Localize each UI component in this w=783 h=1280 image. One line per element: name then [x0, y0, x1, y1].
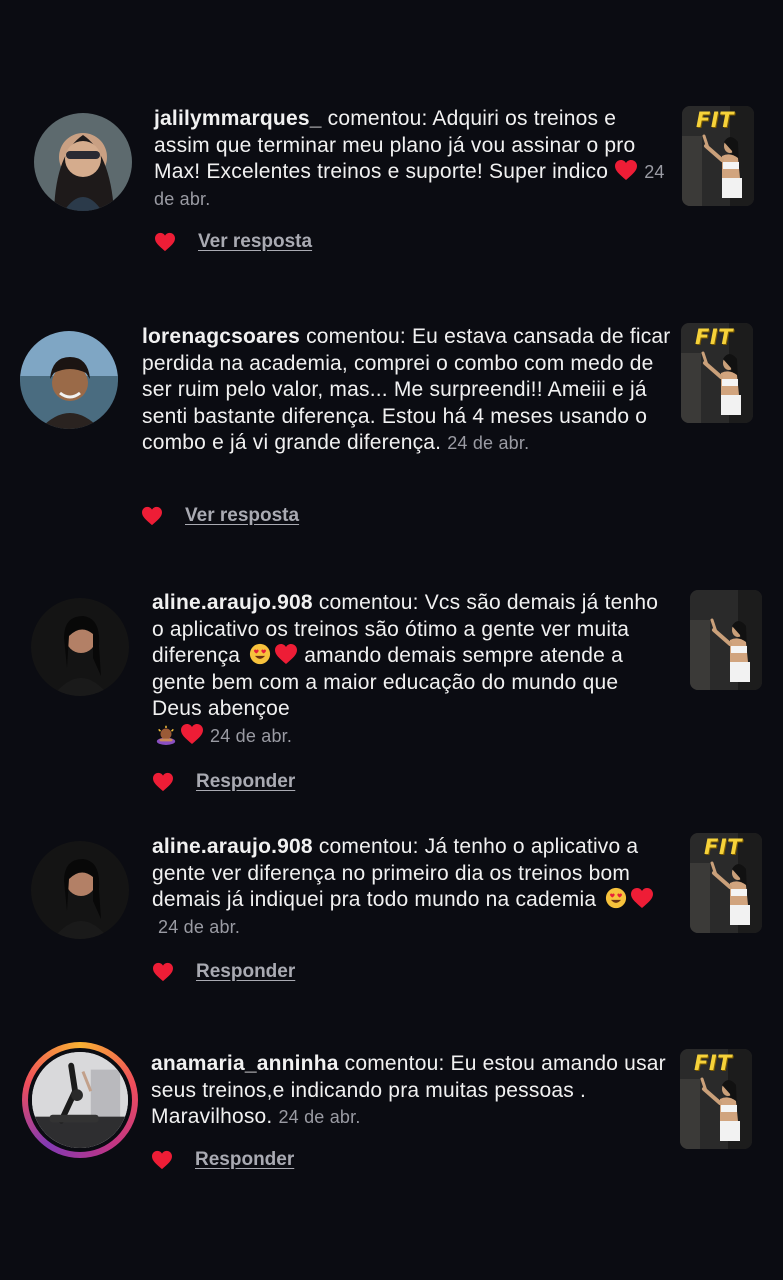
comment-text: jalilymmarques_ comentou: Adquiri os tre… [154, 106, 674, 212]
post-thumbnail[interactable]: FIT [690, 833, 762, 933]
fit-logo: FIT [696, 108, 734, 132]
view-replies-link[interactable]: Ver resposta [198, 231, 312, 253]
red-heart-emoji [274, 643, 298, 665]
heart-eyes-emoji [248, 643, 272, 665]
red-heart-emoji [630, 887, 654, 909]
avatar[interactable] [31, 841, 129, 939]
view-replies-link[interactable]: Ver resposta [185, 505, 299, 527]
comment-username[interactable]: lorenagcsoares [142, 325, 300, 348]
post-thumbnail[interactable]: FIT [681, 323, 753, 423]
avatar[interactable] [34, 113, 132, 211]
reply-link[interactable]: Responder [196, 961, 295, 983]
comment-text: lorenagcsoares comentou: Eu estava cansa… [142, 324, 672, 457]
comment-text: anamaria_anninha comentou: Eu estou aman… [151, 1051, 671, 1131]
like-heart-icon[interactable] [154, 232, 176, 252]
like-heart-icon[interactable] [141, 506, 163, 526]
avatar[interactable] [20, 331, 118, 429]
post-thumbnail[interactable]: FIT [680, 1049, 752, 1149]
fit-logo: FIT [694, 1051, 732, 1075]
red-heart-emoji [180, 723, 204, 745]
post-thumbnail[interactable] [690, 590, 762, 690]
woman-bowing-emoji [154, 723, 178, 745]
post-thumbnail[interactable]: FIT [682, 106, 754, 206]
comment-username[interactable]: jalilymmarques_ [154, 107, 322, 130]
comment-date: 24 de abr. [447, 433, 530, 453]
fit-logo: FIT [695, 325, 733, 349]
like-heart-icon[interactable] [151, 1150, 173, 1170]
avatar[interactable] [31, 598, 129, 696]
heart-eyes-emoji [604, 887, 628, 909]
comment-date: 24 de abr. [278, 1107, 361, 1127]
comment-text: aline.araujo.908 comentou: Vcs são demai… [152, 590, 672, 749]
comment-username[interactable]: anamaria_anninha [151, 1052, 339, 1075]
avatar-story-ring[interactable] [22, 1042, 138, 1158]
comment-text: aline.araujo.908 comentou: Já tenho o ap… [152, 834, 672, 940]
red-heart-emoji [614, 159, 638, 181]
comment-username[interactable]: aline.araujo.908 [152, 835, 313, 858]
fit-logo: FIT [704, 835, 742, 859]
comment-date: 24 de abr. [158, 916, 241, 937]
like-heart-icon[interactable] [152, 772, 174, 792]
like-heart-icon[interactable] [152, 962, 174, 982]
reply-link[interactable]: Responder [196, 771, 295, 793]
reply-link[interactable]: Responder [195, 1149, 294, 1171]
comment-username[interactable]: aline.araujo.908 [152, 591, 313, 614]
comment-date: 24 de abr. [210, 725, 293, 746]
